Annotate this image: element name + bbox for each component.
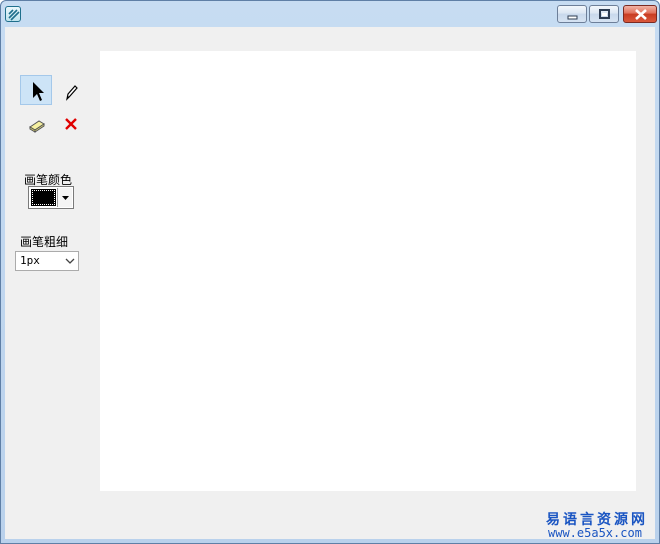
pencil-tool-button[interactable] <box>55 75 87 105</box>
minimize-icon <box>567 15 578 20</box>
select-tool-button[interactable] <box>20 75 52 105</box>
close-button[interactable] <box>623 5 657 23</box>
app-logo-icon[interactable] <box>5 6 21 22</box>
eraser-icon <box>29 120 45 133</box>
pen-color-picker[interactable] <box>28 186 74 209</box>
maximize-icon <box>599 9 610 19</box>
maximize-button[interactable] <box>589 5 619 23</box>
eraser-tool-button[interactable] <box>20 108 52 138</box>
pen-width-select[interactable]: 1px <box>15 251 79 271</box>
client-area: 画笔颜色 画笔粗细 1px 易语言资源网 www.e5a5x.com <box>5 27 655 540</box>
pen-width-value: 1px <box>20 254 40 267</box>
title-bar[interactable] <box>1 1 659 27</box>
pencil-icon <box>66 85 78 101</box>
chevron-down-icon <box>65 258 75 264</box>
watermark-url: www.e5a5x.com <box>548 526 642 540</box>
arrow-pointer-icon <box>33 82 44 101</box>
app-window: 画笔颜色 画笔粗细 1px 易语言资源网 www.e5a5x.com <box>0 0 660 544</box>
pen-width-label: 画笔粗细 <box>20 235 69 249</box>
drawing-canvas[interactable] <box>100 51 636 491</box>
minimize-button[interactable] <box>557 5 587 23</box>
pen-color-swatch <box>31 189 56 206</box>
red-x-icon <box>65 118 77 130</box>
close-icon <box>635 9 647 20</box>
color-dropdown-arrow[interactable] <box>57 188 72 207</box>
chevron-down-icon <box>62 196 69 200</box>
clear-tool-button[interactable] <box>55 108 87 138</box>
